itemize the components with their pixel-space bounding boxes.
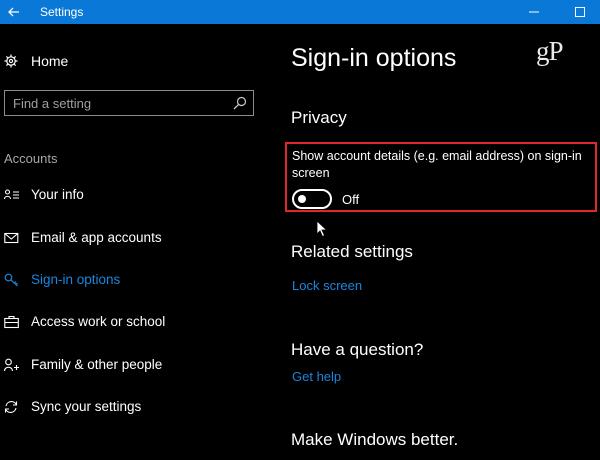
get-help-link[interactable]: Get help <box>292 369 341 384</box>
title-bar: Settings <box>0 0 600 24</box>
gear-icon <box>4 54 18 68</box>
minimize-button[interactable] <box>516 0 552 24</box>
sync-icon <box>4 401 18 413</box>
sidebar-item-sync-settings[interactable]: Sync your settings <box>0 392 270 422</box>
search-icon[interactable] <box>233 96 247 110</box>
maximize-button[interactable] <box>562 0 598 24</box>
window-title: Settings <box>40 5 84 19</box>
gp-logo: gP <box>536 36 564 66</box>
make-windows-better-heading: Make Windows better. <box>291 430 459 449</box>
sidebar-item-your-info[interactable]: Your info <box>0 180 270 210</box>
sidebar-item-label: Sync your settings <box>31 399 142 414</box>
toggle-knob <box>298 195 306 203</box>
sidebar-item-label: Sign-in options <box>31 272 121 287</box>
lock-screen-link[interactable]: Lock screen <box>292 278 362 293</box>
mail-icon <box>4 232 19 244</box>
have-a-question-heading: Have a question? <box>291 340 424 359</box>
sidebar-item-email-app-accounts[interactable]: Email & app accounts <box>0 223 270 253</box>
home-label: Home <box>31 53 69 69</box>
people-icon <box>4 358 19 372</box>
sidebar-item-label: Access work or school <box>31 314 166 329</box>
sidebar-item-access-work-school[interactable]: Access work or school <box>0 307 270 337</box>
sidebar-item-sign-in-options[interactable]: Sign-in options <box>0 265 270 295</box>
page-title: Sign-in options <box>291 44 457 72</box>
search-input[interactable] <box>5 91 233 115</box>
person-card-icon <box>4 189 19 200</box>
minimize-icon <box>529 11 539 13</box>
mouse-cursor-icon <box>316 220 328 238</box>
briefcase-icon <box>4 315 19 329</box>
related-settings-heading: Related settings <box>291 242 413 261</box>
toggle-state-label: Off <box>342 192 360 207</box>
search-box[interactable] <box>4 90 254 116</box>
sidebar-item-label: Email & app accounts <box>31 230 162 245</box>
back-button[interactable] <box>0 0 28 24</box>
privacy-heading: Privacy <box>291 108 347 127</box>
show-account-details-toggle[interactable] <box>292 189 332 209</box>
key-icon <box>4 273 18 287</box>
sidebar-item-family-other-people[interactable]: Family & other people <box>0 350 270 380</box>
back-arrow-icon <box>8 7 19 17</box>
sidebar-item-label: Your info <box>31 187 84 202</box>
show-account-details-label: Show account details (e.g. email address… <box>292 149 582 180</box>
section-label-accounts: Accounts <box>4 151 58 166</box>
sidebar-item-label: Family & other people <box>31 357 163 372</box>
maximize-icon <box>575 7 585 17</box>
